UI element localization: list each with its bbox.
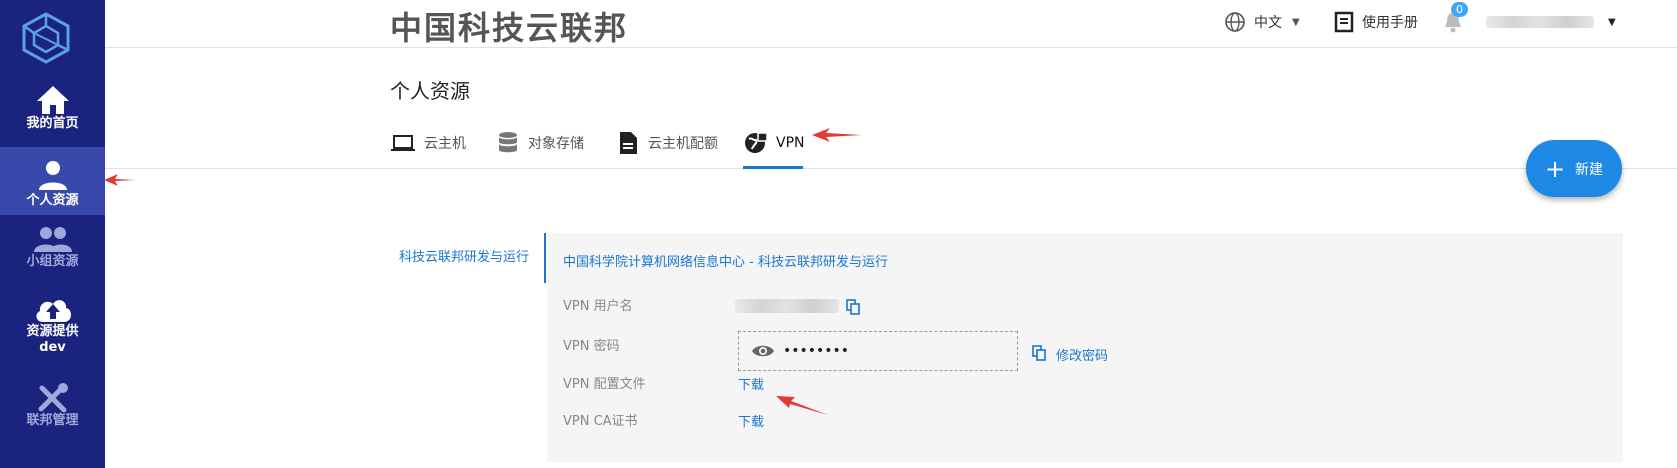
manual-label: 使用手册 xyxy=(1362,15,1418,31)
logo-icon[interactable] xyxy=(20,12,72,64)
chevron-down-icon: ▼ xyxy=(1608,16,1616,28)
notification-badge: 0 xyxy=(1451,2,1468,17)
sidebar-item-federation-admin[interactable]: 联邦管理 xyxy=(0,383,105,451)
new-button-label: 新建 xyxy=(1575,161,1604,178)
tab-label: VPN xyxy=(776,135,805,151)
sidebar-item-label: 小组资源 xyxy=(26,254,79,269)
sidebar-item-label: 资源提供 xyxy=(26,324,79,339)
laptop-icon xyxy=(391,135,415,151)
vpn-username-label: VPN 用户名 xyxy=(563,299,633,314)
top-header xyxy=(105,0,1677,48)
copy-icon[interactable] xyxy=(1032,345,1046,361)
sidebar-item-label: 个人资源 xyxy=(26,193,79,208)
cloud-upload-icon xyxy=(35,300,71,322)
sidebar-item-label: 联邦管理 xyxy=(26,413,79,428)
sidebar-item-label: 我的首页 xyxy=(26,116,79,131)
vpn-ca-label: VPN CA证书 xyxy=(563,414,638,429)
vpn-ca-download-link[interactable]: 下载 xyxy=(738,411,764,430)
plus-icon: + xyxy=(1544,154,1566,183)
sidebar-item-sublabel: dev xyxy=(39,340,66,355)
vpn-info-panel: 中国科学院计算机网络信息中心 - 科技云联邦研发与运行 VPN 用户名 VPN … xyxy=(547,233,1623,462)
sidebar-item-group-resources[interactable]: 小组资源 xyxy=(0,226,105,294)
sidebar-item-resource-provider[interactable]: 资源提供 dev xyxy=(0,294,105,364)
sidebar-item-personal-resources[interactable]: 个人资源 xyxy=(0,147,105,215)
annotation-arrow-icon xyxy=(776,396,828,415)
vpn-username-redacted xyxy=(735,299,839,313)
user-manual-link[interactable]: 使用手册 xyxy=(1334,10,1418,34)
eye-icon[interactable] xyxy=(751,343,775,359)
tools-icon xyxy=(38,383,68,413)
user-menu[interactable]: ▼ xyxy=(1486,10,1616,34)
vpn-panel-title: 中国科学院计算机网络信息中心 - 科技云联邦研发与运行 xyxy=(563,255,888,270)
tab-vpn[interactable]: VPN xyxy=(744,118,805,168)
vpn-globe-icon xyxy=(745,132,768,153)
brand-title: 中国科技云联邦 xyxy=(390,9,629,47)
tab-cloud-host-quota[interactable]: 云主机配额 xyxy=(618,118,718,168)
vpn-config-download-link[interactable]: 下载 xyxy=(738,374,764,393)
copy-icon[interactable] xyxy=(846,299,860,315)
tab-label: 云主机 xyxy=(424,136,466,152)
page-title: 个人资源 xyxy=(390,79,470,103)
vpn-password-value: •••••••• xyxy=(783,343,850,359)
home-icon xyxy=(36,86,69,114)
vpn-config-label: VPN 配置文件 xyxy=(563,377,646,392)
vpn-password-field[interactable]: •••••••• xyxy=(738,331,1018,371)
change-password-link[interactable]: 修改密码 xyxy=(1056,345,1108,364)
tab-label: 云主机配额 xyxy=(648,136,718,152)
new-button[interactable]: + 新建 xyxy=(1526,140,1622,197)
chevron-down-icon: ▼ xyxy=(1292,16,1300,28)
resource-tabs xyxy=(105,118,1677,169)
language-selector[interactable]: 中文 ▼ xyxy=(1224,10,1300,34)
sidebar-item-home[interactable]: 我的首页 xyxy=(0,84,105,152)
tab-label: 对象存储 xyxy=(528,136,584,152)
group-icon xyxy=(33,227,72,252)
username-redacted xyxy=(1486,16,1594,28)
database-icon xyxy=(499,132,517,153)
document-icon xyxy=(620,132,637,154)
sidebar: 我的首页 个人资源 小组资源 资源提供 dev 联邦管理 xyxy=(0,0,105,468)
vpn-password-label: VPN 密码 xyxy=(563,339,620,354)
active-tab-indicator xyxy=(743,166,803,169)
language-label: 中文 xyxy=(1254,15,1282,31)
annotation-arrow-icon xyxy=(104,174,136,186)
globe-icon xyxy=(1225,12,1245,32)
book-icon xyxy=(1334,11,1354,33)
vpn-org-tab[interactable]: 科技云联邦研发与运行 xyxy=(388,233,546,283)
annotation-arrow-icon xyxy=(812,128,862,142)
tab-cloud-host[interactable]: 云主机 xyxy=(390,118,466,168)
tab-object-storage[interactable]: 对象存储 xyxy=(497,118,584,168)
person-icon xyxy=(38,161,67,190)
